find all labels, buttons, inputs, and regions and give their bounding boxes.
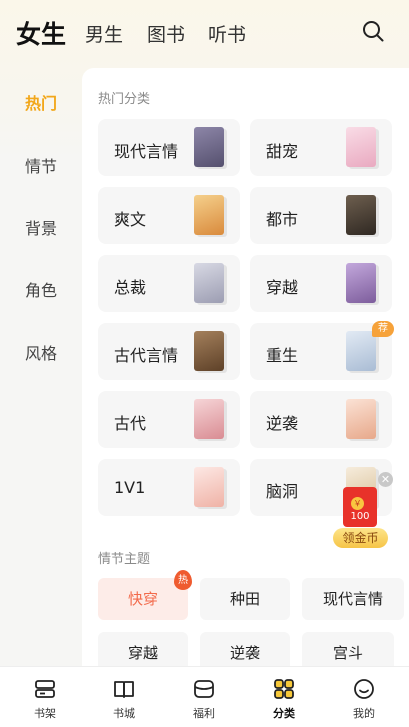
sidebar-item-background[interactable]: 背景 bbox=[0, 215, 82, 239]
search-icon[interactable] bbox=[361, 19, 385, 43]
category-panel: 热门分类 现代言情 甜宠 爽文 都市 总裁 穿越 古代言情 重生 荐 古代 逆袭 bbox=[82, 68, 409, 666]
plot-chip[interactable]: 现代言情 bbox=[302, 578, 404, 620]
category-label: 古代言情 bbox=[114, 346, 179, 365]
category-label: 总裁 bbox=[114, 278, 147, 297]
category-card[interactable]: 穿越 bbox=[250, 255, 392, 312]
bottom-nav-label: 书架 bbox=[34, 707, 56, 720]
bottom-nav-bookstore[interactable]: 书城 bbox=[94, 677, 154, 721]
category-label: 穿越 bbox=[266, 278, 299, 297]
category-label: 甜宠 bbox=[266, 142, 299, 161]
plot-section-title: 情节主题 bbox=[98, 552, 151, 567]
category-card[interactable]: 古代言情 bbox=[98, 323, 240, 380]
book-cover bbox=[194, 263, 224, 303]
book-cover bbox=[346, 331, 376, 371]
category-card[interactable]: 重生 荐 bbox=[250, 321, 394, 380]
category-label: 爽文 bbox=[114, 210, 147, 229]
tab-audiobooks[interactable]: 听书 bbox=[208, 20, 246, 47]
category-grid-icon bbox=[274, 679, 294, 699]
bottom-nav-label: 我的 bbox=[353, 707, 375, 720]
tab-male[interactable]: 男生 bbox=[85, 20, 123, 47]
book-cover bbox=[346, 263, 376, 303]
top-tab-bar: 女生 男生 图书 听书 bbox=[0, 0, 409, 66]
sidebar-item-plot[interactable]: 情节 bbox=[0, 153, 82, 177]
category-card[interactable]: 爽文 bbox=[98, 187, 240, 244]
plot-chip-label: 快穿 bbox=[127, 590, 158, 608]
sidebar-item-hot[interactable]: 热门 bbox=[0, 90, 82, 114]
tab-female[interactable]: 女生 bbox=[13, 15, 66, 51]
bottom-nav-label: 福利 bbox=[193, 707, 215, 720]
hot-badge: 热 bbox=[174, 570, 192, 590]
category-card[interactable]: 1V1 bbox=[98, 459, 240, 516]
book-cover bbox=[346, 127, 376, 167]
category-card[interactable]: 现代言情 bbox=[98, 119, 240, 176]
category-label: 重生 bbox=[266, 346, 299, 365]
plot-chip[interactable]: 快穿 热 bbox=[98, 570, 192, 620]
book-cover bbox=[346, 399, 376, 439]
close-icon[interactable]: ✕ bbox=[378, 472, 393, 487]
tab-books[interactable]: 图书 bbox=[147, 20, 185, 47]
claim-coins-button[interactable]: 领金币 bbox=[333, 528, 388, 548]
gift-box-icon bbox=[194, 680, 214, 698]
category-label: 脑洞 bbox=[266, 482, 299, 501]
category-label: 古代 bbox=[114, 414, 147, 433]
book-cover bbox=[194, 399, 224, 439]
book-cover bbox=[194, 195, 224, 235]
book-cover bbox=[194, 331, 224, 371]
hot-section-title: 热门分类 bbox=[98, 92, 151, 107]
sidebar-item-style[interactable]: 风格 bbox=[0, 340, 82, 364]
coin-reward-widget[interactable]: ✕ ￥ 100 领金币 bbox=[331, 472, 393, 552]
bottom-nav-category[interactable]: 分类 bbox=[254, 677, 314, 721]
category-label: 现代言情 bbox=[114, 142, 179, 161]
coin-icon: ￥ bbox=[351, 497, 364, 510]
book-cover bbox=[194, 127, 224, 167]
category-card[interactable]: 逆袭 bbox=[250, 391, 392, 448]
category-card[interactable]: 都市 bbox=[250, 187, 392, 244]
smile-face-icon bbox=[354, 679, 374, 699]
bottom-nav-bar: 书架 书城 福利 分类 我的 bbox=[0, 666, 409, 727]
open-book-icon bbox=[114, 681, 134, 698]
plot-chip[interactable]: 逆袭 bbox=[200, 632, 290, 666]
recommend-badge: 荐 bbox=[372, 321, 394, 337]
plot-chip[interactable]: 种田 bbox=[200, 578, 290, 620]
sidebar-item-role[interactable]: 角色 bbox=[0, 277, 82, 301]
bottom-nav-label: 分类 bbox=[273, 707, 295, 720]
category-label: 1V1 bbox=[114, 478, 146, 497]
bottom-nav-bookshelf[interactable]: 书架 bbox=[15, 677, 75, 721]
category-label: 逆袭 bbox=[266, 414, 299, 433]
plot-chip[interactable]: 穿越 bbox=[98, 632, 188, 666]
bottom-nav-label: 书城 bbox=[113, 707, 135, 720]
coin-amount: 100 bbox=[350, 511, 370, 522]
category-card[interactable]: 古代 bbox=[98, 391, 240, 448]
bottom-nav-profile[interactable]: 我的 bbox=[334, 677, 394, 721]
book-cover bbox=[346, 195, 376, 235]
red-packet-icon: ￥ 100 bbox=[343, 487, 377, 527]
category-card[interactable]: 总裁 bbox=[98, 255, 240, 312]
book-cover bbox=[194, 467, 224, 507]
category-label: 都市 bbox=[266, 210, 299, 229]
bottom-nav-welfare[interactable]: 福利 bbox=[174, 677, 234, 721]
bookshelf-icon bbox=[35, 680, 55, 698]
plot-chip[interactable]: 宫斗 bbox=[302, 632, 394, 666]
category-card[interactable]: 甜宠 bbox=[250, 119, 392, 176]
